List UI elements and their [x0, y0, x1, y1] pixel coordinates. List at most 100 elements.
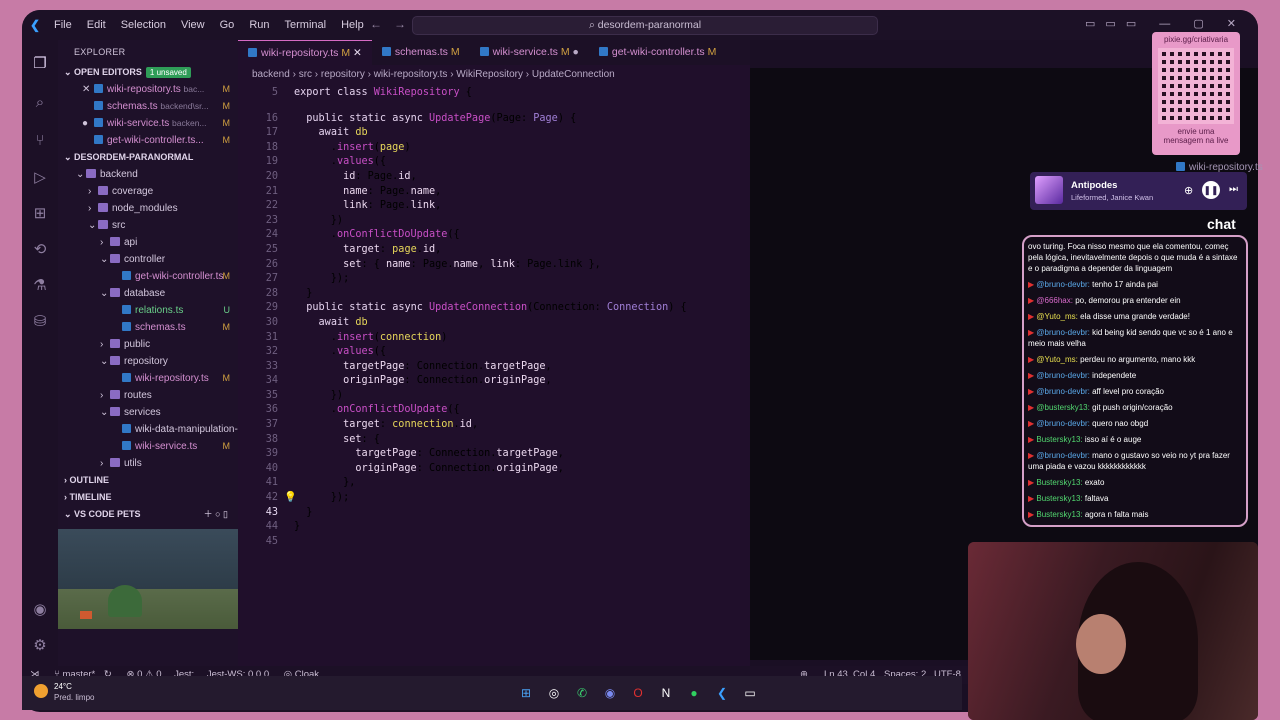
tree-folder[interactable]: ⌄ database	[58, 285, 238, 302]
lightbulb-icon[interactable]: 💡	[284, 491, 297, 506]
close-icon[interactable]: ✕	[353, 47, 362, 59]
code-line[interactable]: 20 id: Page.id,	[238, 170, 750, 185]
code-line[interactable]: 31 .insert(connection)	[238, 331, 750, 346]
tree-folder[interactable]: ⌄ services	[58, 404, 238, 421]
code-line[interactable]: 22 link: Page.link,	[238, 199, 750, 214]
tree-file[interactable]: schemas.ts M	[58, 319, 238, 336]
extensions-icon[interactable]: ⊞	[31, 204, 49, 222]
pets-header[interactable]: ⌄ VS CODE PETS ＋ ○ ▯	[58, 506, 238, 523]
search-icon[interactable]: ⌕	[31, 94, 49, 112]
weather-desc[interactable]: Pred. limpo	[54, 693, 94, 702]
tab-wiki-service-ts[interactable]: wiki-service.ts M ●	[470, 40, 589, 65]
code-line[interactable]: 27 });	[238, 272, 750, 287]
menu-item-file[interactable]: File	[54, 19, 72, 31]
run-debug-icon[interactable]: ▷	[31, 168, 49, 186]
testing-icon[interactable]: ⚗	[31, 276, 49, 294]
tree-folder[interactable]: › utils	[58, 455, 238, 472]
vscode-taskbar-icon[interactable]: ❮	[714, 685, 730, 701]
weather-temp[interactable]: 24°C	[54, 682, 72, 691]
tree-folder[interactable]: ⌄ controller	[58, 251, 238, 268]
code-line[interactable]: 30 await db	[238, 316, 750, 331]
pause-button[interactable]: ❚❚	[1202, 181, 1220, 199]
account-icon[interactable]: ◉	[31, 600, 49, 618]
tree-folder[interactable]: › node_modules	[58, 200, 238, 217]
open-editor-item[interactable]: schemas.ts backend\sr... M	[58, 98, 238, 115]
settings-gear-icon[interactable]: ⚙	[31, 636, 49, 654]
open-editor-item[interactable]: get-wiki-controller.ts... M	[58, 132, 238, 149]
tree-folder[interactable]: › public	[58, 336, 238, 353]
code-line[interactable]: 45	[238, 535, 750, 550]
code-line[interactable]: 17 await db	[238, 126, 750, 141]
explorer-icon[interactable]: ❐	[31, 54, 49, 72]
open-editor-item[interactable]: ● wiki-service.ts backen... M	[58, 115, 238, 132]
tree-file[interactable]: get-wiki-controller.ts M	[58, 268, 238, 285]
discord-icon[interactable]: ◉	[602, 685, 618, 701]
tree-folder[interactable]: ⌄ backend	[58, 166, 238, 183]
code-line[interactable]: 41 },	[238, 476, 750, 491]
code-line[interactable]: 40 originPage: Connection.originPage,	[238, 462, 750, 477]
tree-file[interactable]: wiki-service.ts M	[58, 438, 238, 455]
next-track-icon[interactable]: ⏭	[1229, 184, 1238, 195]
code-line[interactable]: 44}	[238, 520, 750, 535]
code-line[interactable]: 23 })	[238, 214, 750, 229]
menu-item-selection[interactable]: Selection	[121, 19, 166, 31]
menu-item-go[interactable]: Go	[220, 19, 235, 31]
code-line[interactable]: 32 .values({	[238, 345, 750, 360]
code-line[interactable]: 36 .onConflictDoUpdate({	[238, 403, 750, 418]
code-line[interactable]: 42 }); 💡	[238, 491, 750, 506]
tree-folder[interactable]: › api	[58, 234, 238, 251]
open-editor-item[interactable]: ✕ wiki-repository.ts bac... M	[58, 81, 238, 98]
breadcrumb[interactable]: backend › src › repository › wiki-reposi…	[238, 65, 750, 84]
code-line[interactable]: 21 name: Page.name,	[238, 185, 750, 200]
code-line[interactable]: 38 set: {	[238, 433, 750, 448]
add-icon[interactable]: ⊕	[1184, 184, 1193, 197]
windows-start-icon[interactable]: ⊞	[518, 685, 534, 701]
source-control-icon[interactable]: ⑂	[31, 132, 49, 150]
menu-item-view[interactable]: View	[181, 19, 205, 31]
open-editors-header[interactable]: ⌄ OPEN EDITORS 1 unsaved	[58, 64, 238, 81]
tree-folder[interactable]: › routes	[58, 387, 238, 404]
window-controls[interactable]: ▭▭▭ — ▢ ✕	[1085, 17, 1246, 30]
pets-actions[interactable]: ＋ ○ ▯	[204, 506, 228, 523]
code-line[interactable]: 5 export class WikiRepository {	[238, 86, 750, 101]
spotify-icon[interactable]: ●	[686, 685, 702, 701]
command-center-search[interactable]: ⌕ desordem-paranormal	[412, 16, 878, 35]
menu-item-run[interactable]: Run	[249, 19, 269, 31]
code-line[interactable]: 34 originPage: Connection.originPage,	[238, 374, 750, 389]
code-line[interactable]: 33 targetPage: Connection.targetPage,	[238, 360, 750, 375]
tree-folder[interactable]: ⌄ repository	[58, 353, 238, 370]
tree-file[interactable]: relations.ts U	[58, 302, 238, 319]
tree-folder[interactable]: ⌄ src	[58, 217, 238, 234]
code-editor[interactable]: 5 export class WikiRepository { 16 public …	[238, 86, 750, 596]
code-line[interactable]: 37 target: connection.id,	[238, 418, 750, 433]
tab-schemas-ts[interactable]: schemas.ts M	[372, 40, 470, 65]
outline-header[interactable]: › OUTLINE	[58, 472, 238, 489]
code-line[interactable]: 29 public static async UpdateConnection(…	[238, 301, 750, 316]
chrome-icon[interactable]: ◎	[546, 685, 562, 701]
menu-item-edit[interactable]: Edit	[87, 19, 106, 31]
remote-icon[interactable]: ⟲	[31, 240, 49, 258]
code-line[interactable]: 16 public static async UpdatePage(Page: …	[238, 112, 750, 127]
menu-item-terminal[interactable]: Terminal	[285, 19, 327, 31]
code-line[interactable]: 43 }	[238, 506, 750, 521]
tab-get-wiki-controller-ts[interactable]: get-wiki-controller.ts M	[589, 40, 726, 65]
code-line[interactable]: 18 .insert(page)	[238, 141, 750, 156]
code-line[interactable]: 19 .values({	[238, 155, 750, 170]
code-line[interactable]: 39 targetPage: Connection.targetPage,	[238, 447, 750, 462]
close-icon[interactable]: ✕	[82, 81, 94, 98]
code-line[interactable]: 35 })	[238, 389, 750, 404]
tree-folder[interactable]: › coverage	[58, 183, 238, 200]
tree-file[interactable]: wiki-data-manipulation-...	[58, 421, 238, 438]
timeline-header[interactable]: › TIMELINE	[58, 489, 238, 506]
terminal-icon[interactable]: ▭	[742, 685, 758, 701]
whatsapp-icon[interactable]: ✆	[574, 685, 590, 701]
code-line[interactable]: 25 target: page.id,	[238, 243, 750, 258]
code-line[interactable]: 24 .onConflictDoUpdate({	[238, 228, 750, 243]
nav-arrows[interactable]: ←→	[370, 17, 418, 31]
opera-icon[interactable]: O	[630, 685, 646, 701]
project-header[interactable]: ⌄ DESORDEM-PARANORMAL	[58, 149, 238, 166]
database-icon[interactable]: ⛁	[31, 312, 49, 330]
pet-sprite[interactable]	[80, 611, 92, 619]
dirty-dot-icon[interactable]: ●	[82, 115, 94, 132]
code-line[interactable]: 28 }	[238, 287, 750, 302]
